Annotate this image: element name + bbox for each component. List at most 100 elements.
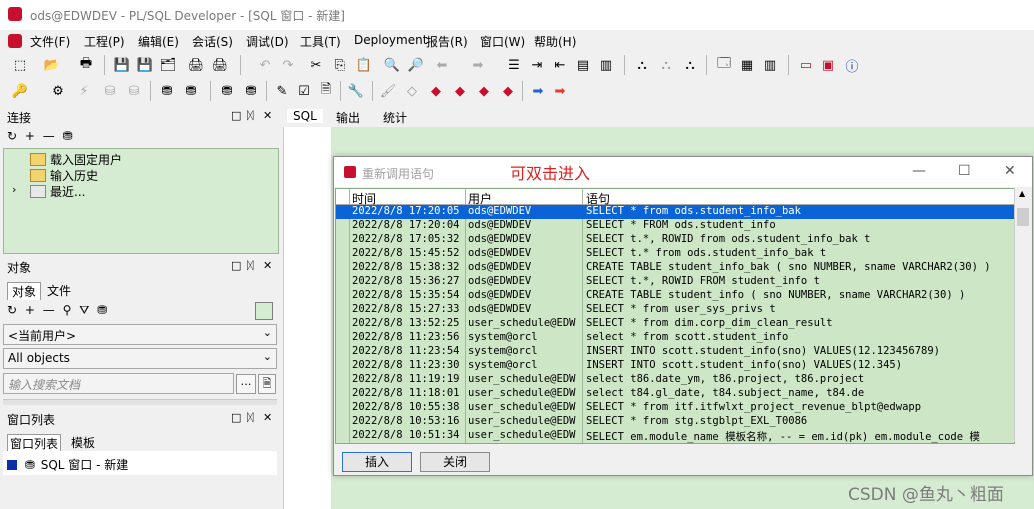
dock-icon[interactable]: ᛞ (247, 411, 254, 424)
back-icon[interactable]: ⬅ (432, 55, 452, 75)
user-combo[interactable]: <当前用户> ⌄ (3, 324, 277, 345)
arrow-right-red-icon[interactable]: ➡ (550, 81, 570, 101)
tab-window-list[interactable]: 窗口列表 (7, 434, 62, 452)
cascade-icon[interactable]: 🗔 (714, 55, 734, 75)
dock-icon[interactable]: ᛞ (247, 259, 254, 272)
check-icon[interactable]: ☑ (294, 81, 314, 101)
tree-item-fixed-users[interactable]: 载入固定用户 (30, 151, 122, 168)
vertical-scrollbar[interactable]: ▲ (1014, 188, 1031, 442)
close-button[interactable]: 关闭 (420, 452, 490, 472)
menu-window[interactable]: 窗口(W) (480, 33, 525, 50)
insert-button[interactable]: 插入 (342, 452, 412, 472)
tab-files[interactable]: 文件 (47, 282, 71, 299)
menu-debug[interactable]: 调试(D) (246, 33, 289, 50)
table-row[interactable]: 2022/8/8 11:23:54 system@orcl INSERT INTO … (336, 345, 1014, 359)
break-icon[interactable]: ⚡ (74, 81, 94, 101)
remove-icon[interactable]: — (43, 129, 55, 143)
object-type-combo[interactable]: All objects ⌄ (3, 348, 277, 369)
indent-icon[interactable]: ⇥ (527, 55, 547, 75)
print-preview-icon[interactable]: 🖶 (76, 55, 96, 75)
arrow-right-blue-icon[interactable]: ➡ (528, 81, 548, 101)
table-row[interactable]: 2022/8/8 17:20:04 ods@EDWDEV SELECT * FROM… (336, 219, 1014, 233)
window-list-item[interactable]: ⛃ SQL 窗口 - 新建 (7, 456, 128, 473)
connection-icon[interactable]: ⛃ (63, 129, 73, 143)
save-icon[interactable]: 💾 (112, 55, 132, 75)
undo-icon[interactable]: ↶ (255, 55, 275, 75)
page-setup-icon[interactable]: 🖨 (210, 55, 230, 75)
sql-dropdown-icon[interactable]: ⛃ (181, 81, 201, 101)
tab-sql[interactable]: SQL (287, 109, 323, 123)
menu-report[interactable]: 报告(R) (426, 33, 468, 50)
pin-icon[interactable]: □ (231, 411, 241, 424)
menu-file[interactable]: 文件(F) (30, 33, 70, 50)
refresh-icon[interactable]: ↻ (7, 303, 17, 317)
filter-icon[interactable]: ⛛ (79, 303, 89, 317)
close-icon[interactable]: ✕ (1004, 163, 1016, 179)
table-row[interactable]: 2022/8/8 17:20:05 ods@EDWDEV SELECT * from… (336, 205, 1014, 219)
pdf-icon[interactable]: ▣ (818, 55, 838, 75)
connection-icon[interactable]: ⛃ (97, 303, 107, 317)
tile-icon[interactable]: ▦ (737, 55, 757, 75)
table-row[interactable]: 2022/8/8 11:18:01 user_schedule@EDW select… (336, 387, 1014, 401)
cube-icon[interactable]: ◆ (426, 81, 446, 101)
tab-templates[interactable]: 模板 (71, 434, 95, 451)
table-row[interactable]: 2022/8/8 15:38:32 ods@EDWDEV CREATE TABLE … (336, 261, 1014, 275)
tile-vertical-icon[interactable]: ▥ (760, 55, 780, 75)
menu-session[interactable]: 会话(S) (192, 33, 233, 50)
minimize-icon[interactable]: — (912, 163, 926, 179)
close-panel-icon[interactable]: ✕ (263, 259, 272, 272)
close-panel-icon[interactable]: ✕ (263, 411, 272, 424)
table-row[interactable]: 2022/8/8 17:05:32 ods@EDWDEV SELECT t.*, R… (336, 233, 1014, 247)
pin-icon[interactable]: □ (231, 259, 241, 272)
menu-deployment[interactable]: Deployment (354, 33, 427, 47)
info-icon[interactable]: ⓘ (842, 55, 862, 75)
table-row[interactable]: 2022/8/8 10:53:16 user_schedule@EDW SELECT… (336, 415, 1014, 429)
sql-window-icon[interactable]: ⛃ (157, 81, 177, 101)
tab-output[interactable]: 输出 (336, 109, 360, 126)
table-row[interactable]: 2022/8/8 11:23:30 system@orcl INSERT INTO … (336, 359, 1014, 373)
paste-icon[interactable]: 📋 (354, 55, 374, 75)
table-row[interactable]: 2022/8/8 10:51:34 user_schedule@EDW SELECT… (336, 429, 1014, 443)
tree-item-recent[interactable]: 最近... (30, 183, 85, 200)
new-icon[interactable]: ⬚ (10, 55, 30, 75)
system-menu-icon[interactable] (8, 34, 22, 48)
search-doc-icon[interactable]: 🗎 (258, 374, 276, 394)
mark-icon[interactable]: ◆ (474, 81, 494, 101)
save-all-icon[interactable]: 🗂 (158, 55, 178, 75)
maximize-icon[interactable]: ☐ (958, 163, 971, 179)
execute-icon[interactable]: ⚙ (48, 81, 68, 101)
table-row[interactable]: 2022/8/8 10:55:38 user_schedule@EDW SELECT… (336, 401, 1014, 415)
wrench-icon[interactable]: 🔧 (346, 81, 366, 101)
add-icon[interactable]: + (25, 303, 35, 317)
table-row[interactable]: 2022/8/8 13:52:25 user_schedule@EDW SELECT… (336, 317, 1014, 331)
find-icon[interactable]: 🔍 (382, 55, 402, 75)
search-input[interactable]: 输入搜索文档 (3, 373, 234, 394)
menu-help[interactable]: 帮助(H) (534, 33, 576, 50)
table-row[interactable]: 2022/8/8 15:36:27 ods@EDWDEV SELECT t.*, R… (336, 275, 1014, 289)
document-icon[interactable]: 🗎 (316, 81, 336, 101)
table-row[interactable]: 2022/8/8 15:35:54 ods@EDWDEV CREATE TABLE … (336, 289, 1014, 303)
menu-tools[interactable]: 工具(T) (300, 33, 341, 50)
uppercase-icon[interactable]: ▤ (573, 55, 593, 75)
refresh-icon[interactable]: ↻ (7, 129, 17, 143)
key-icon[interactable]: 🔑 (10, 81, 30, 101)
tab-statistics[interactable]: 统计 (383, 109, 407, 126)
statement-grid[interactable]: 时间 用户 语句 2022/8/8 17:20:05 ods@EDWDEV SELE… (335, 188, 1015, 444)
scroll-up-icon[interactable]: ▲ (1019, 189, 1025, 198)
color-toggle-box[interactable] (255, 302, 273, 320)
remove-icon[interactable]: — (43, 303, 55, 317)
table-row[interactable]: 2022/8/8 11:23:56 system@orcl select * fro… (336, 331, 1014, 345)
clear-mark-icon[interactable]: ◆ (498, 81, 518, 101)
table-row[interactable]: 2022/8/8 15:45:52 ods@EDWDEV SELECT t.* fr… (336, 247, 1014, 261)
db-disconnect-icon[interactable]: ⛃ (241, 81, 261, 101)
eraser-icon[interactable]: ◇ (402, 81, 422, 101)
open-icon[interactable]: 📂 (42, 55, 62, 75)
print-icon[interactable]: 🖨 (186, 55, 206, 75)
brush-icon[interactable]: 🖌 (378, 81, 398, 101)
query-builder-icon[interactable]: ⛬ (632, 55, 652, 75)
find-icon[interactable]: ⚲ (63, 303, 72, 317)
unindent-icon[interactable]: ⇤ (550, 55, 570, 75)
format-icon[interactable]: ⛬ (680, 55, 700, 75)
commit-icon[interactable]: ⛁ (100, 81, 120, 101)
editor-gutter[interactable] (283, 127, 332, 509)
